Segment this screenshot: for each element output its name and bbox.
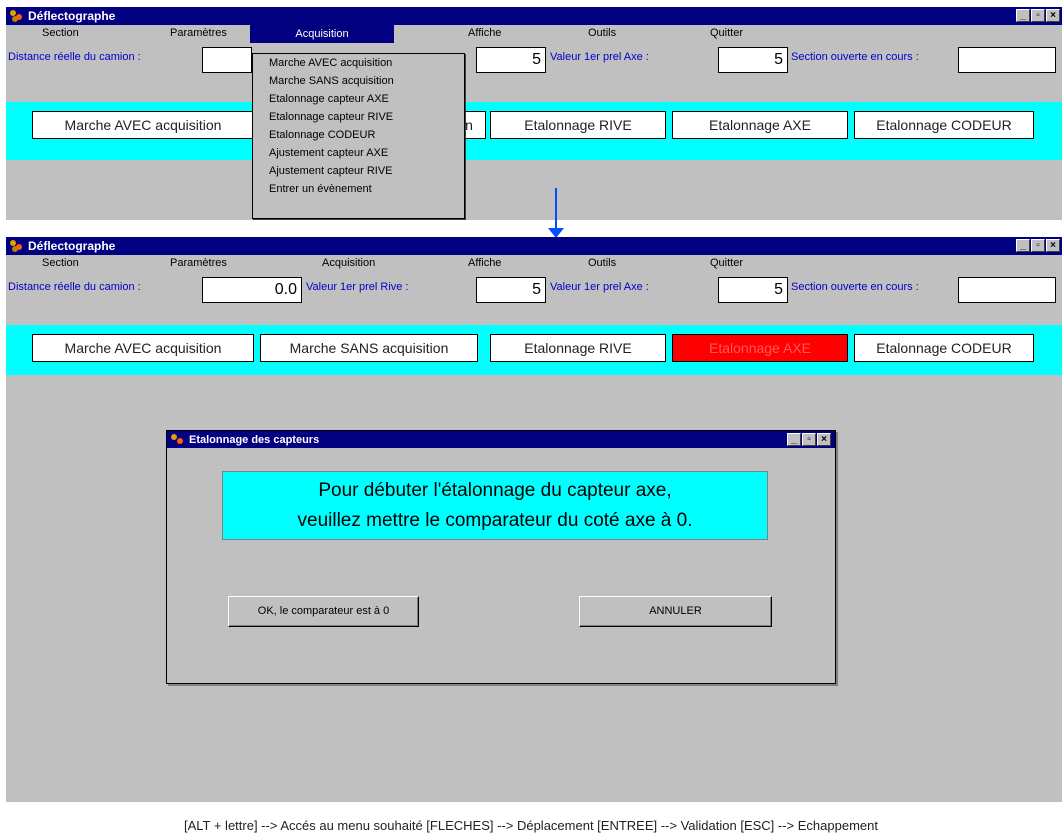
menu-parametres[interactable]: Paramètres (170, 257, 227, 269)
etalonnage-rive-button[interactable]: Etalonnage RIVE (490, 111, 666, 139)
rive-value-field[interactable]: 5 (476, 277, 546, 303)
axe-label: Valeur 1er prel Axe : (550, 51, 649, 63)
distance-label: Distance réelle du camion : (8, 281, 141, 293)
marche-avec-button[interactable]: Marche AVEC acquisition (32, 334, 254, 362)
menu-item-marche-avec[interactable]: Marche AVEC acquisition (253, 54, 464, 72)
dialog-message: Pour débuter l'étalonnage du capteur axe… (222, 471, 768, 540)
close-icon[interactable]: × (1046, 9, 1060, 22)
menu-section[interactable]: Section (42, 257, 79, 269)
section-label: Section ouverte en cours : (791, 51, 919, 63)
menu-acquisition[interactable]: Acquisition (250, 25, 394, 43)
maximize-icon[interactable]: ▫ (802, 433, 816, 446)
section-field[interactable] (958, 47, 1056, 73)
distance-label: Distance réelle du camion : (8, 51, 141, 63)
menu-item-ajustement-rive[interactable]: Ajustement capteur RIVE (253, 162, 464, 180)
maximize-icon[interactable]: ▫ (1031, 239, 1045, 252)
section-label: Section ouverte en cours : (791, 281, 919, 293)
message-line-1: Pour débuter l'étalonnage du capteur axe… (318, 480, 672, 501)
etalonnage-axe-button-active[interactable]: Etalonnage AXE (672, 334, 848, 362)
menu-outils[interactable]: Outils (588, 27, 616, 39)
title-bar[interactable]: Déflectographe _ ▫ × (6, 237, 1062, 255)
fields-row: Distance réelle du camion : 5 Valeur 1er… (6, 43, 1062, 77)
menu-item-etalonnage-codeur[interactable]: Etalonnage CODEUR (253, 126, 464, 144)
ok-button[interactable]: OK, le comparateur est à 0 (228, 596, 419, 627)
minimize-icon[interactable]: _ (1016, 9, 1030, 22)
acquisition-dropdown: Marche AVEC acquisition Marche SANS acqu… (252, 53, 465, 219)
window-title: Déflectographe (28, 9, 116, 23)
etalonnage-axe-button[interactable]: Etalonnage AXE (672, 111, 848, 139)
etalonnage-codeur-button[interactable]: Etalonnage CODEUR (854, 334, 1034, 362)
axe-value-field[interactable]: 5 (718, 277, 788, 303)
status-bar-help: [ALT + lettre] --> Accés au menu souhait… (183, 818, 878, 833)
cancel-button[interactable]: ANNULER (579, 596, 772, 627)
close-icon[interactable]: × (817, 433, 831, 446)
menu-bar: Section Paramètres Acquisition Affiche O… (6, 255, 1062, 273)
title-bar[interactable]: Déflectographe _ ▫ × (6, 7, 1062, 25)
message-line-2: veuillez mettre le comparateur du coté a… (297, 510, 693, 531)
menu-item-marche-sans[interactable]: Marche SANS acquisition (253, 72, 464, 90)
section-field[interactable] (958, 277, 1056, 303)
menu-affiche[interactable]: Affiche (468, 257, 501, 269)
minimize-icon[interactable]: _ (1016, 239, 1030, 252)
menu-quitter[interactable]: Quitter (710, 257, 743, 269)
axe-label: Valeur 1er prel Axe : (550, 281, 649, 293)
app-icon (10, 10, 24, 22)
distance-field[interactable] (202, 47, 252, 73)
window-title: Déflectographe (28, 239, 116, 253)
close-icon[interactable]: × (1046, 239, 1060, 252)
marche-avec-button[interactable]: Marche AVEC acquisition (32, 111, 254, 139)
rive-label: Valeur 1er prel Rive : (306, 281, 409, 293)
menu-acquisition[interactable]: Acquisition (322, 257, 375, 269)
etalonnage-codeur-button[interactable]: Etalonnage CODEUR (854, 111, 1034, 139)
menu-item-etalonnage-axe[interactable]: Etalonnage capteur AXE (253, 90, 464, 108)
minimize-icon[interactable]: _ (787, 433, 801, 446)
action-band: Marche AVEC acquisition n Etalonnage RIV… (6, 102, 1062, 160)
axe-value-field[interactable]: 5 (718, 47, 788, 73)
menu-item-ajustement-axe[interactable]: Ajustement capteur AXE (253, 144, 464, 162)
action-band: Marche AVEC acquisition Marche SANS acqu… (6, 325, 1062, 375)
etalonnage-rive-button[interactable]: Etalonnage RIVE (490, 334, 666, 362)
menu-quitter[interactable]: Quitter (710, 27, 743, 39)
menu-outils[interactable]: Outils (588, 257, 616, 269)
menu-affiche[interactable]: Affiche (468, 27, 501, 39)
app-icon (10, 240, 24, 252)
menu-section[interactable]: Section (42, 27, 79, 39)
menu-item-etalonnage-rive[interactable]: Etalonnage capteur RIVE (253, 108, 464, 126)
fields-row: Distance réelle du camion : 0.0 Valeur 1… (6, 273, 1062, 307)
calibration-dialog: Etalonnage des capteurs _ ▫ × Pour début… (166, 430, 836, 684)
main-window-before: Déflectographe _ ▫ × Section Paramètres … (6, 7, 1062, 220)
menu-item-entrer-evenement[interactable]: Entrer un évènement (253, 180, 464, 198)
transition-arrow (555, 188, 557, 230)
menu-parametres[interactable]: Paramètres (170, 27, 227, 39)
app-icon (171, 433, 185, 446)
dialog-title: Etalonnage des capteurs (189, 433, 320, 446)
marche-sans-button[interactable]: Marche SANS acquisition (260, 334, 478, 362)
menu-bar: Section Paramètres Acquisition Affiche O… (6, 25, 1062, 43)
distance-field[interactable]: 0.0 (202, 277, 302, 303)
dialog-title-bar[interactable]: Etalonnage des capteurs _ ▫ × (167, 431, 835, 448)
maximize-icon[interactable]: ▫ (1031, 9, 1045, 22)
rive-value-field[interactable]: 5 (476, 47, 546, 73)
